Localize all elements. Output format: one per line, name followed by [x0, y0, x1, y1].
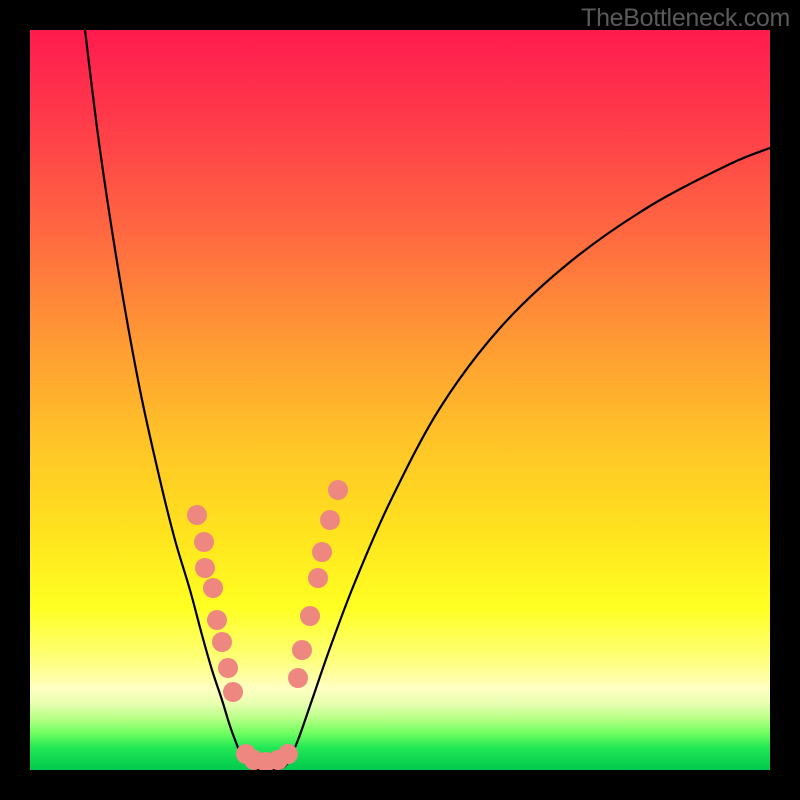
bottleneck-curve: [85, 30, 770, 770]
data-dot: [218, 658, 238, 678]
data-dot: [207, 610, 227, 630]
data-dot: [308, 568, 328, 588]
plot-area: [30, 30, 770, 770]
data-dot: [312, 542, 332, 562]
data-dot: [203, 578, 223, 598]
watermark-text: TheBottleneck.com: [581, 4, 790, 33]
data-dot: [278, 744, 298, 764]
chart-frame: TheBottleneck.com: [0, 0, 800, 800]
curve-group: [85, 30, 770, 770]
data-dot: [223, 682, 243, 702]
data-dot: [212, 632, 232, 652]
data-dot: [194, 532, 214, 552]
data-dot: [195, 558, 215, 578]
data-dot: [187, 505, 207, 525]
data-dot: [328, 480, 348, 500]
data-dot: [300, 606, 320, 626]
data-dot: [288, 668, 308, 688]
dots-group: [187, 480, 348, 770]
data-dot: [320, 510, 340, 530]
data-dot: [292, 640, 312, 660]
chart-svg: [30, 30, 770, 770]
